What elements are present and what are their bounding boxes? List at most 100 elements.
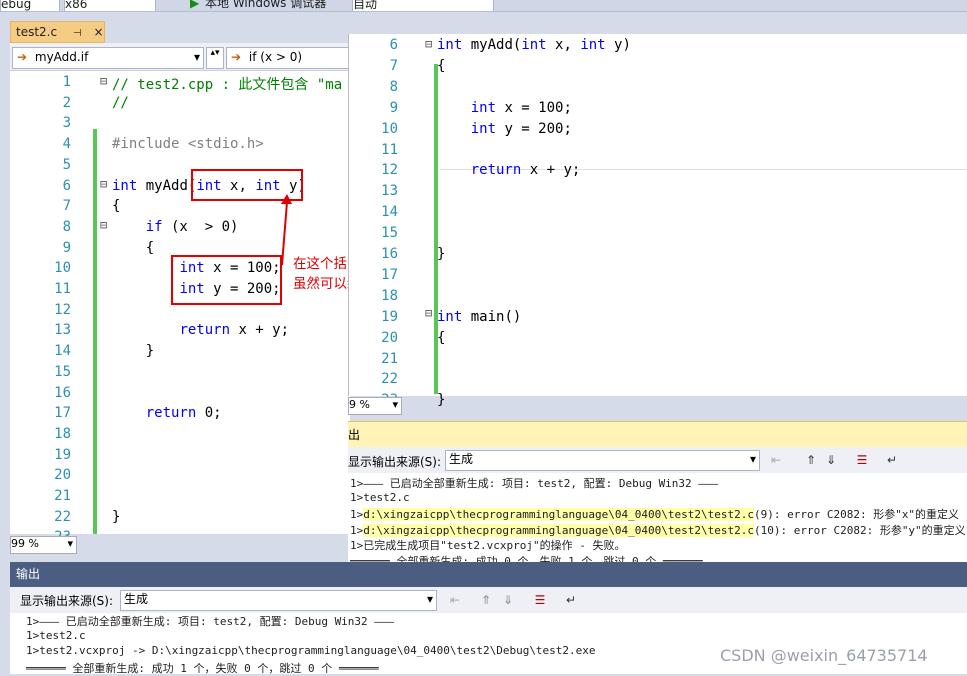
- scope-dropdown[interactable]: ➔ myAdd.if ▾: [12, 47, 204, 69]
- code-line: //: [112, 94, 129, 111]
- collapse-icon[interactable]: ⊟: [100, 218, 107, 232]
- locals-highlight-box: [171, 255, 282, 305]
- line-number: 22: [54, 508, 71, 525]
- line-number: 7: [62, 198, 71, 215]
- line-number: 1: [62, 74, 71, 90]
- line-number: 8: [62, 218, 71, 235]
- zoom-value: 99 %: [11, 537, 39, 550]
- code-line: return 0;: [145, 405, 222, 422]
- clear-all-icon[interactable]: ☰: [854, 452, 870, 468]
- line-number: 12: [381, 162, 398, 179]
- output-source-dropdown[interactable]: 生成 ▾: [120, 590, 437, 611]
- right-output-pane[interactable]: 1>——— 已启动全部重新生成: 项目: test2, 配置: Debug Wi…: [348, 473, 967, 568]
- split-spinner[interactable]: ▴▾: [206, 47, 224, 69]
- word-wrap-icon[interactable]: ↵: [884, 452, 900, 468]
- tab-test2-c[interactable]: test2.c ⊣ ×: [10, 21, 105, 43]
- scope-value: myAdd.if: [34, 50, 89, 64]
- find-message-icon[interactable]: ⇤: [768, 452, 784, 468]
- code-line: {: [437, 329, 446, 346]
- output-line: 1>d:\xingzaicpp\thecprogramminglanguage\…: [350, 523, 966, 537]
- line-number: 10: [381, 120, 398, 137]
- next-message-icon[interactable]: ⇓: [500, 592, 516, 608]
- find-message-icon[interactable]: ⇤: [447, 592, 463, 608]
- line-number: 13: [54, 322, 71, 339]
- line-number: 17: [54, 405, 71, 422]
- code-line: if (x > 0): [145, 218, 239, 235]
- line-number: 17: [381, 266, 398, 283]
- previous-message-icon[interactable]: ⇑: [478, 592, 494, 608]
- navigation-bar: ➔ myAdd.if ▾ ▴▾ ➔ if (x > 0): [10, 43, 352, 71]
- code-line: int y = 200;: [470, 120, 572, 137]
- line-number: 19: [381, 308, 398, 325]
- code-line: }: [437, 392, 446, 409]
- line-number: 20: [54, 467, 71, 484]
- code-line: {: [437, 57, 446, 74]
- output-line: 1>test2.c: [26, 628, 86, 642]
- platform-dropdown[interactable]: x86: [64, 0, 156, 11]
- code-line: int x = 100;: [470, 99, 572, 116]
- tab-label: test2.c: [16, 25, 58, 39]
- code-line: }: [112, 508, 121, 525]
- code-line: int main(): [437, 308, 522, 325]
- line-number: 6: [389, 37, 398, 53]
- line-number: 8: [389, 78, 398, 95]
- arrow-right-icon: ➔: [17, 50, 28, 64]
- previous-message-icon[interactable]: ⇑: [803, 452, 819, 468]
- left-zoom-dropdown[interactable]: 99 % ▾: [10, 536, 77, 554]
- output-line: 1>test2.c: [350, 490, 410, 504]
- zoom-value: 9 %: [349, 398, 370, 411]
- output-source-dropdown[interactable]: 生成 ▾: [445, 450, 760, 471]
- output-line: 1>——— 已启动全部重新生成: 项目: test2, 配置: Debug Wi…: [26, 615, 395, 628]
- right-output-title: 出: [348, 421, 967, 447]
- line-number: 18: [54, 425, 71, 442]
- line-number: 14: [54, 343, 71, 360]
- right-code-editor[interactable]: 6 int myAdd(int x, int y) 7 {8 9 int x = 100…: [348, 34, 967, 408]
- source-label: 显示输出来源(S):: [348, 455, 442, 469]
- close-icon[interactable]: ×: [93, 25, 103, 39]
- run-debugger-button[interactable]: 本地 Windows 调试器: [205, 0, 326, 10]
- watermark: CSDN @weixin_64735714: [720, 646, 928, 665]
- line-number: 20: [381, 329, 398, 346]
- change-indicator: [93, 129, 97, 534]
- collapse-icon[interactable]: ⊟: [100, 177, 107, 191]
- line-number: 13: [381, 183, 398, 200]
- bottom-output-title: 输出: [10, 562, 967, 587]
- play-icon[interactable]: ▶: [190, 0, 199, 10]
- source-label: 显示输出来源(S):: [20, 594, 114, 608]
- code-line: return x + y;: [179, 322, 290, 339]
- code-line: }: [437, 246, 446, 262]
- line-number: 16: [54, 384, 71, 401]
- config-dropdown[interactable]: ebug: [0, 0, 60, 11]
- next-message-icon[interactable]: ⇓: [823, 452, 839, 468]
- chevron-down-icon: ▾: [67, 537, 73, 550]
- word-wrap-icon[interactable]: ↵: [563, 592, 579, 608]
- run-mode-dropdown[interactable]: 自动: [352, 0, 494, 11]
- line-number: 16: [381, 246, 398, 262]
- collapse-icon[interactable]: ⊟: [425, 37, 432, 51]
- member-value: if (x > 0): [248, 50, 303, 64]
- output-line: 1>——— 已启动全部重新生成: 项目: test2, 配置: Debug Wi…: [350, 477, 719, 490]
- code-line: }: [112, 343, 155, 360]
- line-number: 3: [62, 115, 71, 132]
- line-number: 21: [54, 488, 71, 504]
- code-line: int myAdd(int x, int y): [437, 37, 631, 53]
- right-zoom-dropdown[interactable]: 9 % ▾: [348, 397, 402, 415]
- line-number: 5: [62, 156, 71, 173]
- line-number: 14: [381, 204, 398, 221]
- collapse-icon[interactable]: ⊟: [425, 306, 432, 320]
- line-number: 9: [389, 99, 398, 116]
- line-number: 18: [381, 287, 398, 304]
- code-line: {: [112, 239, 155, 256]
- line-number: 11: [54, 281, 71, 297]
- line-number: 22: [381, 371, 398, 388]
- line-number: 21: [381, 350, 398, 367]
- collapse-icon[interactable]: ⊟: [100, 74, 107, 88]
- line-number: 2: [62, 94, 71, 111]
- pin-icon[interactable]: ⊣: [73, 28, 82, 39]
- code-line: {: [112, 198, 121, 215]
- line-number: 12: [54, 301, 71, 318]
- line-number: 9: [62, 239, 71, 256]
- clear-all-icon[interactable]: ☰: [532, 592, 548, 608]
- chevron-down-icon: ▾: [193, 50, 200, 64]
- output-line: 1>已完成生成项目"test2.vcxproj"的操作 - 失败。: [350, 539, 626, 552]
